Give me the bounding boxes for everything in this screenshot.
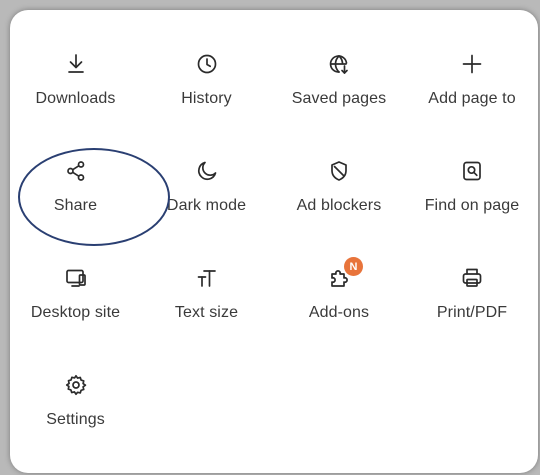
menu-item-label: Add-ons [308, 304, 370, 321]
menu-item-label: Print/PDF [436, 304, 508, 321]
download-icon [64, 52, 88, 76]
menu-item-label: Ad blockers [296, 197, 382, 214]
menu-item-history[interactable]: History [141, 48, 272, 155]
printer-icon [460, 266, 484, 290]
share-icon [64, 159, 88, 183]
gear-icon [64, 373, 88, 397]
new-badge: N [344, 257, 363, 276]
plus-icon [460, 52, 484, 76]
menu-item-dark-mode[interactable]: Dark mode [141, 155, 272, 262]
menu-item-ad-blockers[interactable]: Ad blockers [272, 155, 406, 262]
menu-item-find-on-page[interactable]: Find on page [406, 155, 538, 262]
search-page-icon [460, 159, 484, 183]
shield-icon [327, 159, 351, 183]
menu-item-print-pdf[interactable]: Print/PDF [406, 262, 538, 369]
menu-item-settings[interactable]: Settings [10, 369, 141, 473]
menu-grid: Downloads History Saved pages Add page t… [10, 48, 538, 473]
menu-item-label: Downloads [35, 90, 116, 107]
desktop-icon [64, 266, 88, 290]
menu-item-label: Add page to [428, 90, 516, 107]
menu-item-label: Text size [174, 304, 239, 321]
globe-download-icon [327, 52, 351, 76]
browser-menu-panel: Downloads History Saved pages Add page t… [10, 10, 538, 473]
menu-item-downloads[interactable]: Downloads [10, 48, 141, 155]
menu-item-label: Dark mode [166, 197, 247, 214]
menu-item-label: Find on page [424, 197, 520, 214]
menu-item-add-page-to[interactable]: Add page to [406, 48, 538, 155]
menu-item-add-ons[interactable]: N Add-ons [272, 257, 406, 369]
menu-item-text-size[interactable]: Text size [141, 262, 272, 369]
moon-icon [195, 159, 219, 183]
menu-item-desktop-site[interactable]: Desktop site [10, 262, 141, 369]
clock-icon [195, 52, 219, 76]
menu-item-label: Settings [46, 411, 105, 428]
menu-item-label: Desktop site [30, 304, 121, 321]
menu-item-label: Saved pages [291, 90, 387, 107]
text-size-icon [195, 266, 219, 290]
menu-item-share[interactable]: Share [10, 155, 141, 262]
menu-item-label: Share [53, 197, 98, 214]
puzzle-icon: N [327, 257, 363, 290]
menu-item-saved-pages[interactable]: Saved pages [272, 48, 406, 155]
menu-item-label: History [181, 90, 232, 107]
